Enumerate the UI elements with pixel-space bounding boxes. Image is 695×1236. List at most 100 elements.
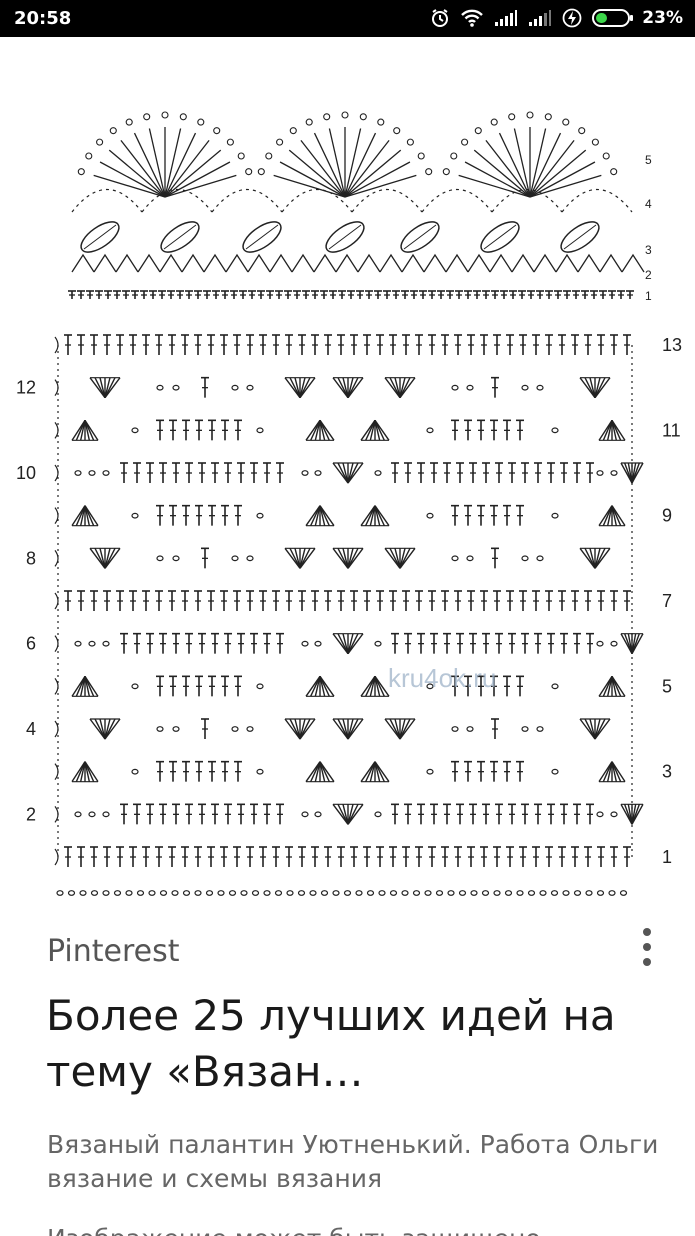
chain-stitch <box>458 890 467 896</box>
chain-stitch <box>527 890 536 896</box>
chain-stitch <box>263 890 271 896</box>
fan-stitch <box>94 377 106 398</box>
fan-stitch <box>94 718 106 740</box>
chain-stitch <box>314 811 322 818</box>
alarm-icon <box>432 9 449 27</box>
pin-title[interactable]: Более 25 лучших идей на тему «Вязан… <box>46 988 646 1100</box>
chain-stitch <box>231 726 239 732</box>
row-turn <box>54 635 59 653</box>
shell-stitch <box>344 149 402 198</box>
leaf-vein <box>83 224 117 250</box>
shell-stitch <box>279 161 346 198</box>
picot <box>406 138 414 146</box>
row-turn <box>54 848 59 866</box>
chain-stitch <box>102 890 110 896</box>
picot <box>226 138 234 146</box>
chain-stitch <box>74 811 82 818</box>
chain-stitch <box>585 890 593 896</box>
picot <box>544 113 552 121</box>
battery-percent: 23% <box>642 8 683 28</box>
fan-stitch <box>584 548 596 569</box>
shell-stitch <box>529 132 562 198</box>
chain-stitch <box>389 890 398 896</box>
fan-stitch <box>337 718 349 740</box>
chain-stitch <box>596 890 605 896</box>
chain-stitch <box>314 640 322 647</box>
zigzag-chain <box>137 253 161 273</box>
picot <box>490 118 498 126</box>
shell-stitch <box>344 161 411 198</box>
zigzag-chain <box>577 253 601 273</box>
chain-arc <box>211 188 283 213</box>
chain-stitch <box>246 726 254 732</box>
chain-stitch <box>172 726 180 732</box>
chain-stitch <box>374 470 382 476</box>
chain-stitch <box>156 555 164 562</box>
signal-icon-2 <box>529 10 552 26</box>
chain-stitch <box>56 890 64 896</box>
chain-stitch <box>521 555 529 562</box>
status-bar: 20:58 23% <box>0 0 695 37</box>
chain-stitch <box>596 640 604 647</box>
chain-stitch <box>521 726 529 732</box>
zigzag-chain <box>93 253 117 273</box>
chain-stitch <box>536 555 544 562</box>
row-number: 1 <box>645 289 652 303</box>
fan-stitch <box>289 377 301 398</box>
chain-stitch <box>256 427 264 434</box>
chain-stitch <box>102 470 110 476</box>
chain-stitch <box>131 683 139 690</box>
row-number: 2 <box>645 268 652 282</box>
chain-stitch <box>355 890 363 896</box>
row-turn <box>54 336 59 354</box>
chain-stitch <box>309 890 317 896</box>
picot <box>77 168 85 176</box>
chain-stitch <box>562 890 570 896</box>
chain-stitch <box>286 890 294 896</box>
chain-stitch <box>610 470 618 476</box>
zigzag-chain <box>445 253 469 273</box>
chain-stitch <box>551 512 559 519</box>
shell-stitch <box>344 132 377 198</box>
chain-stitch <box>205 890 214 896</box>
picot <box>359 113 367 121</box>
zigzag-chain <box>401 253 425 273</box>
row-turn <box>54 507 59 525</box>
chain-stitch <box>90 890 99 896</box>
row-number: 7 <box>662 591 672 611</box>
chain-stitch <box>88 640 96 647</box>
chain-arc <box>71 188 143 213</box>
chain-stitch <box>551 683 559 690</box>
shell-stitch <box>164 174 237 198</box>
zigzag-chain <box>71 253 95 273</box>
fan-stitch <box>337 462 349 484</box>
leaf-vein <box>483 224 517 250</box>
row-turn <box>54 549 59 567</box>
shell-stitch <box>458 174 531 198</box>
chain-stitch <box>493 890 501 896</box>
crochet-chart-image[interactable]: 5 4 3 2 1 12 10 8 6 4 2 13 11 9 7 5 3 1 kru4ok.ru <box>0 37 695 897</box>
chain-stitch <box>102 811 110 818</box>
chain-stitch <box>102 640 110 647</box>
picot <box>602 152 610 160</box>
shell-stitch <box>164 149 222 198</box>
chain-stitch <box>228 890 237 896</box>
shell-stitch <box>108 149 166 198</box>
chain-stitch <box>79 890 87 896</box>
chain-stitch <box>172 384 180 391</box>
chain-stitch <box>343 890 352 896</box>
picot <box>109 127 117 135</box>
chain-stitch <box>481 890 490 896</box>
chain-stitch <box>88 470 96 476</box>
more-options-button[interactable] <box>630 922 664 972</box>
picot <box>125 118 133 126</box>
picot <box>610 168 618 176</box>
chain-stitch <box>466 555 474 562</box>
zigzag-chain <box>247 253 271 273</box>
chain-stitch <box>231 384 239 391</box>
chain-stitch <box>182 890 191 896</box>
chain-stitch <box>256 768 264 775</box>
chain-stitch <box>148 890 156 896</box>
zigzag-chain <box>621 253 645 273</box>
source-label[interactable]: Pinterest <box>47 934 180 969</box>
